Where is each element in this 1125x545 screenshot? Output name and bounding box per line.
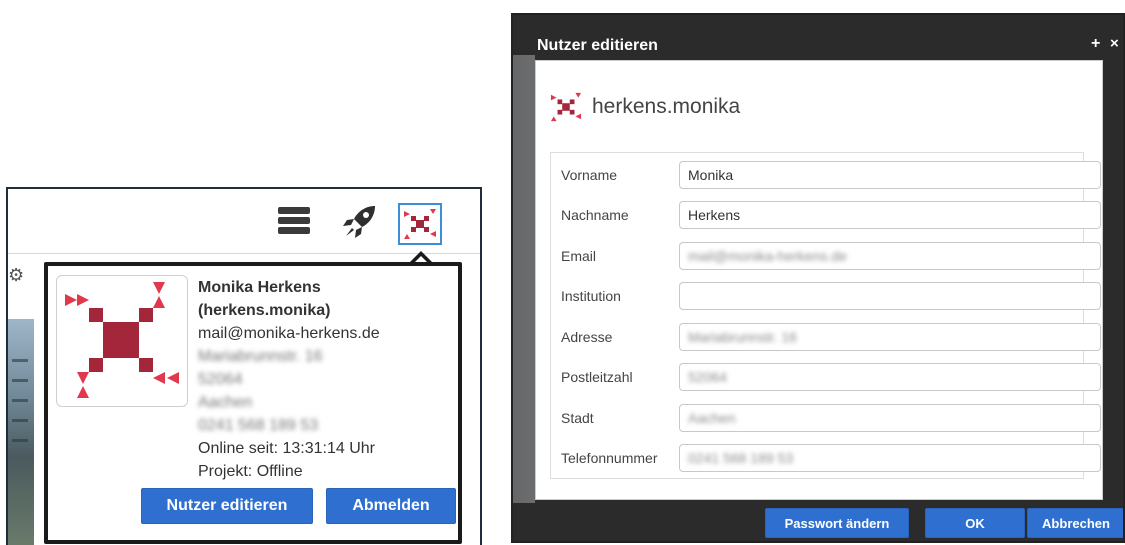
firstname-input[interactable]: Monika (679, 161, 1101, 189)
avatar-button[interactable] (398, 203, 442, 245)
user-email: mail@monika-herkens.de (198, 325, 380, 342)
email-input[interactable]: mail@monika-herkens.de (679, 242, 1101, 270)
city-input[interactable]: Aachen (679, 404, 1101, 432)
form-row-zip: Postleitzahl 52064 (551, 363, 1101, 393)
institution-label: Institution (561, 288, 621, 304)
user-popover: Monika Herkens (herkens.monika) mail@mon… (44, 262, 462, 544)
phone-input[interactable]: 0241 568 189 53 (679, 444, 1101, 472)
user-zip: 52064 (198, 371, 243, 388)
lastname-input[interactable]: Herkens (679, 201, 1101, 229)
dialog-title: Nutzer editieren (537, 37, 658, 54)
identicon-avatar (404, 209, 436, 239)
form-row-phone: Telefonnummer 0241 568 189 53 (551, 444, 1101, 474)
address-value: Mariabrunnstr. 16 (688, 329, 797, 345)
top-toolbar (8, 189, 480, 254)
phone-label: Telefonnummer (561, 450, 658, 466)
firstname-label: Vorname (561, 167, 618, 183)
rocket-icon[interactable] (342, 205, 378, 239)
city-label: Stadt (561, 410, 594, 426)
form-row-firstname: Vorname Monika (551, 161, 1101, 191)
project-status: Projekt: Offline (198, 463, 303, 480)
user-street: Mariabrunnstr. 16 (198, 348, 323, 365)
user-full-name: Monika Herkens (198, 279, 321, 296)
identicon-avatar (550, 91, 582, 128)
user-form: Vorname Monika Nachname Herkens Email ma… (550, 152, 1101, 479)
user-phone: 0241 568 189 53 (198, 417, 319, 434)
menu-icon[interactable] (278, 207, 310, 235)
logout-button[interactable]: Abmelden (326, 488, 456, 524)
form-row-lastname: Nachname Herkens (551, 201, 1101, 231)
zip-value: 52064 (688, 369, 727, 385)
cancel-button[interactable]: Abbrechen (1027, 508, 1123, 538)
form-row-email: Email mail@monika-herkens.de (551, 242, 1101, 272)
form-row-institution: Institution (551, 282, 1101, 312)
dialog-footer: Passwort ändern OK Abbrechen (513, 503, 1123, 541)
background-photo (8, 319, 34, 545)
user-info: Monika Herkens (herkens.monika) mail@mon… (198, 276, 458, 483)
edit-user-button[interactable]: Nutzer editieren (141, 488, 313, 524)
online-since: Online seit: 13:31:14 Uhr (198, 440, 375, 457)
maximize-icon[interactable]: + (1091, 35, 1100, 53)
zip-input[interactable]: 52064 (679, 363, 1101, 391)
address-label: Adresse (561, 329, 613, 345)
change-password-button[interactable]: Passwort ändern (765, 508, 909, 538)
ok-button[interactable]: OK (925, 508, 1025, 538)
close-icon[interactable]: × (1110, 35, 1119, 52)
lastname-label: Nachname (561, 207, 629, 223)
user-menu-panel: ⚙ Monika Herkens (herkens.monika) mail@m… (6, 187, 482, 545)
background-strip (513, 55, 535, 505)
email-value: mail@monika-herkens.de (688, 248, 847, 264)
dialog-username: herkens.monika (592, 95, 741, 118)
email-label: Email (561, 248, 597, 264)
city-value: Aachen (688, 410, 736, 426)
user-avatar (56, 275, 188, 407)
form-row-city: Stadt Aachen (551, 404, 1101, 434)
user-city: Aachen (198, 394, 253, 411)
edit-user-dialog: Nutzer editieren + × herkens.monika Vorn… (511, 13, 1125, 543)
identicon-avatar (65, 282, 179, 398)
phone-value: 0241 568 189 53 (688, 450, 794, 466)
address-input[interactable]: Mariabrunnstr. 16 (679, 323, 1101, 351)
institution-input[interactable] (679, 282, 1101, 310)
dialog-body: herkens.monika Vorname Monika Nachname H… (535, 60, 1103, 500)
form-row-address: Adresse Mariabrunnstr. 16 (551, 323, 1101, 353)
gear-icon[interactable]: ⚙ (8, 265, 24, 286)
zip-label: Postleitzahl (561, 369, 633, 385)
user-login: (herkens.monika) (198, 302, 331, 319)
